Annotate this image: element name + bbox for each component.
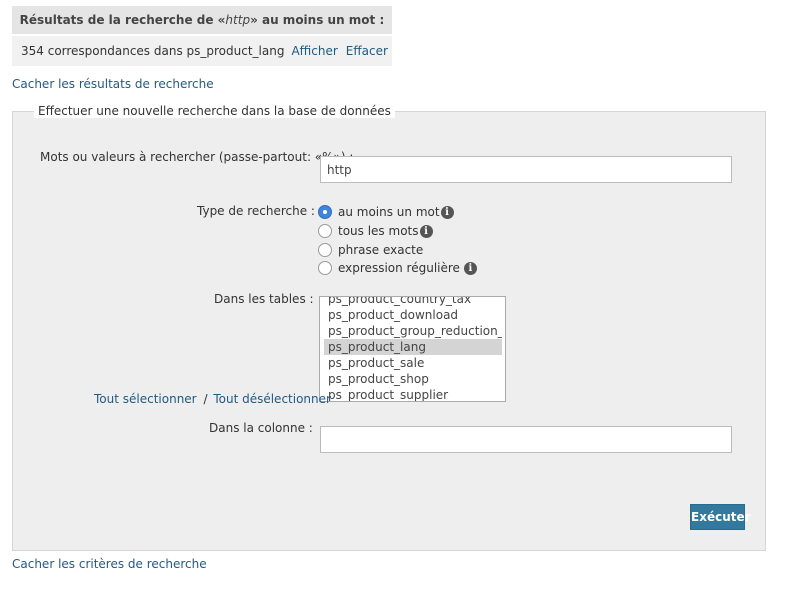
radio-exact-phrase[interactable]: phrase exacte [318, 242, 423, 258]
column-label: Dans la colonne : [209, 421, 313, 435]
table-option[interactable]: ps_product_supplier [324, 387, 502, 401]
radio-label: au moins un mot [338, 205, 440, 219]
radio-regular-expression[interactable]: expression régulière i [318, 260, 477, 276]
radio-button[interactable] [318, 261, 332, 275]
radio-label: tous les mots [338, 224, 419, 238]
deselect-all-link[interactable]: Tout désélectionner [213, 392, 331, 406]
execute-button[interactable]: Exécuter [690, 504, 751, 530]
radio-all-words[interactable]: tous les mots i [318, 223, 433, 239]
table-option[interactable]: ps_product_download [324, 307, 502, 323]
tables-select-list[interactable]: ps_product_country_tax ps_product_downlo… [319, 296, 506, 402]
info-circle-icon[interactable]: i [440, 205, 454, 219]
results-header: Résultats de la recherche de «http» au m… [12, 6, 392, 35]
new-search-legend: Effectuer une nouvelle recherche dans la… [34, 104, 395, 118]
info-circle-icon[interactable]: i [419, 224, 433, 238]
hide-results-link[interactable]: Cacher les résultats de recherche [12, 77, 214, 91]
search-words-label: Mots ou valeurs à rechercher (passe-part… [40, 150, 354, 164]
delete-results-link[interactable]: Effacer [346, 44, 388, 58]
radio-at-least-one-word[interactable]: au moins un mot i [318, 204, 454, 220]
table-option[interactable]: ps_product_group_reduction_cache [324, 323, 502, 339]
radio-button[interactable] [318, 224, 332, 238]
table-option[interactable]: ps_product_sale [324, 355, 502, 371]
table-option-selected[interactable]: ps_product_lang [324, 339, 502, 355]
results-header-term: http [225, 13, 251, 27]
info-circle-icon[interactable]: i [463, 261, 477, 275]
search-words-input[interactable] [320, 156, 732, 183]
tables-label: Dans les tables : [214, 292, 314, 306]
show-results-link[interactable]: Afficher [291, 44, 337, 58]
search-results-table: Résultats de la recherche de «http» au m… [12, 6, 392, 66]
match-count-text: 354 correspondances dans ps_product_lang [12, 34, 288, 66]
search-type-label: Type de recherche : [197, 204, 315, 218]
link-separator: / [203, 392, 208, 406]
radio-button[interactable] [318, 243, 332, 257]
radio-button-checked[interactable] [318, 205, 332, 219]
select-all-link[interactable]: Tout sélectionner [94, 392, 197, 406]
table-row: 354 correspondances dans ps_product_lang… [12, 34, 392, 66]
hide-criteria-link[interactable]: Cacher les critères de recherche [12, 557, 207, 571]
table-option[interactable]: ps_product_shop [324, 371, 502, 387]
radio-label: expression régulière [338, 261, 460, 275]
table-selection-links: Tout sélectionner / Tout désélectionner [94, 392, 331, 406]
radio-label: phrase exacte [338, 243, 424, 257]
column-input[interactable] [320, 426, 732, 453]
table-option[interactable]: ps_product_country_tax [324, 297, 502, 307]
